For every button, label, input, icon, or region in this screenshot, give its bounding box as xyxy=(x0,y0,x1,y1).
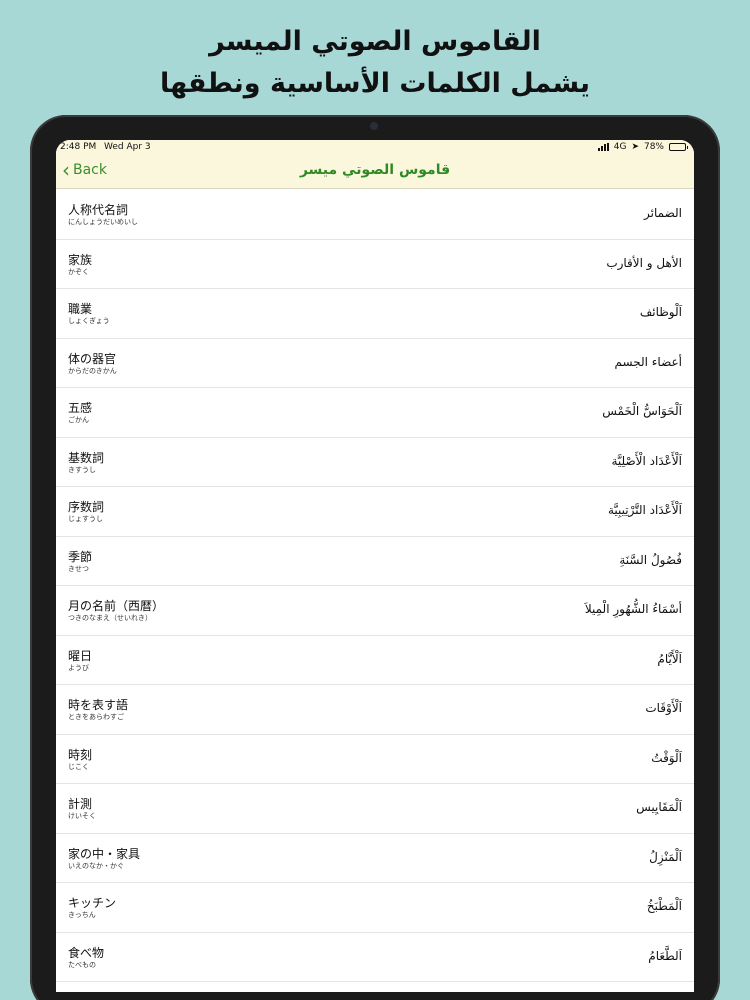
japanese-term: 職業 xyxy=(68,302,93,316)
list-item[interactable]: 月の名前（西暦） つきのなまえ（せいれき） أسْمَاءُ الشُّهُورِ … xyxy=(56,586,694,636)
list-item[interactable]: 五感 ごかん اَلْحَوَاسُّ الْخَمْس xyxy=(56,388,694,438)
navigation-bar: 2:48 PM Wed Apr 3 4G ➤ 78% ‹ Back قاموس … xyxy=(56,140,694,189)
location-arrow-icon: ➤ xyxy=(631,142,639,152)
japanese-term: 家族 xyxy=(68,252,93,267)
list-item[interactable]: 家族 かぞく الأهل و الأقارب xyxy=(56,240,694,289)
camera-dot xyxy=(370,122,378,130)
japanese-term: 五感 xyxy=(68,401,93,415)
list-item[interactable]: 時刻 じこく اَلْوَقْتُ xyxy=(56,735,694,784)
japanese-term: 計測 xyxy=(68,797,93,811)
japanese-term: 時を表す語 xyxy=(68,698,129,712)
kana-reading: じこく xyxy=(68,762,89,771)
status-indicators: 4G ➤ 78% xyxy=(597,142,688,152)
app-screen: 2:48 PM Wed Apr 3 4G ➤ 78% ‹ Back قاموس … xyxy=(56,140,694,992)
list-item[interactable]: 計測 けいそく اَلْمَقَايِيس xyxy=(56,784,694,834)
japanese-term: 季節 xyxy=(68,549,93,564)
kana-reading: ときをあらわすご xyxy=(68,713,124,721)
battery-percent: 78% xyxy=(643,142,664,152)
kana-reading: きせつ xyxy=(68,564,89,573)
japanese-term: 食べ物 xyxy=(68,945,105,960)
arabic-term: اَلْأَعْدَاد الْأَصْلِيَّة xyxy=(611,453,682,468)
kana-reading: からだのきかん xyxy=(68,366,117,375)
arabic-term: اَلْوَقْتُ xyxy=(651,750,682,765)
kana-reading: かぞく xyxy=(68,267,89,276)
arabic-term: اَلْأَعْدَاد التَّرْتِيبِيَّة xyxy=(608,503,682,517)
promo-title: القاموس الصوتي الميسر xyxy=(209,26,541,57)
kana-reading: じょすうし xyxy=(68,515,103,523)
kana-reading: つきのなまえ（せいれき） xyxy=(68,614,152,622)
japanese-term: 人称代名詞 xyxy=(68,203,129,217)
japanese-term: 月の名前（西暦） xyxy=(68,599,165,613)
arabic-term: أسْمَاءُ الشُّهُورِ الْمِيلاَ xyxy=(584,602,682,616)
signal-icon xyxy=(597,143,609,151)
japanese-term: 曜日 xyxy=(68,648,93,663)
list-item[interactable]: 食べ物 たべもの اَلطَّعَامُ xyxy=(56,933,694,982)
kana-reading: きっちん xyxy=(68,911,96,919)
list-item[interactable]: 季節 きせつ فُصُولُ السَّنَةِ xyxy=(56,537,694,586)
list-item[interactable]: キッチン きっちん اَلْمَطْبَخُ xyxy=(56,883,694,933)
list-item[interactable]: 基数詞 きすうし اَلْأَعْدَاد الْأَصْلِيَّة xyxy=(56,438,694,487)
list-item[interactable]: 職業 しょくぎょう اَلْوظائف xyxy=(56,289,694,339)
kana-reading: ようび xyxy=(68,663,89,672)
arabic-term: اَلْمَقَايِيس xyxy=(636,800,682,814)
arabic-term: اَلطَّعَامُ xyxy=(648,948,682,963)
kana-reading: いえのなか・かぐ xyxy=(68,861,124,870)
category-list: 人称代名詞 にんしょうだいめいし الضمائر 家族 かぞく الأهل و الأقا… xyxy=(56,190,694,982)
list-item[interactable]: 曜日 ようび اَلْأَيَّامُ xyxy=(56,636,694,685)
kana-reading: たべもの xyxy=(68,960,96,969)
kana-reading: きすうし xyxy=(68,465,96,474)
arabic-term: الأهل و الأقارب xyxy=(606,255,682,270)
page-title: قاموس الصوتي ميسر xyxy=(299,162,451,178)
list-item[interactable]: 時を表す語 ときをあらわすご اَلْأَوْقَات xyxy=(56,685,694,735)
arabic-term: الضمائر xyxy=(644,206,682,220)
japanese-term: 家の中・家具 xyxy=(68,846,141,861)
status-date: Wed Apr 3 xyxy=(104,142,151,152)
kana-reading: けいそく xyxy=(68,812,96,820)
arabic-term: اَلْمَنْزِلُ xyxy=(649,849,682,864)
arabic-term: اَلْحَوَاسُّ الْخَمْس xyxy=(602,404,682,418)
list-item[interactable]: 家の中・家具 いえのなか・かぐ اَلْمَنْزِلُ xyxy=(56,834,694,883)
kana-reading: にんしょうだいめいし xyxy=(68,218,138,226)
arabic-term: اَلْأَيَّامُ xyxy=(657,651,682,666)
kana-reading: しょくぎょう xyxy=(68,317,110,325)
arabic-term: اَلْأَوْقَات xyxy=(645,701,682,715)
network-label: 4G xyxy=(613,142,627,152)
promo-subtitle: يشمل الكلمات الأساسية ونطقها xyxy=(159,68,591,99)
japanese-term: キッチン xyxy=(68,896,117,910)
kana-reading: ごかん xyxy=(68,416,89,424)
status-time: 2:48 PM xyxy=(60,142,97,152)
list-item[interactable]: 序数詞 じょすうし اَلْأَعْدَاد التَّرْتِيبِيَّة xyxy=(56,487,694,537)
arabic-term: أعضاء الجسم xyxy=(614,354,682,369)
list-item[interactable]: 人称代名詞 にんしょうだいめいし الضمائر xyxy=(56,190,694,240)
arabic-term: فُصُولُ السَّنَةِ xyxy=(619,552,682,567)
japanese-term: 体の器官 xyxy=(68,351,117,366)
list-item[interactable]: 体の器官 からだのきかん أعضاء الجسم xyxy=(56,339,694,388)
battery-icon xyxy=(669,143,688,151)
arabic-term: اَلْمَطْبَخُ xyxy=(646,899,682,913)
japanese-term: 序数詞 xyxy=(68,500,105,514)
japanese-term: 基数詞 xyxy=(68,450,105,465)
japanese-term: 時刻 xyxy=(68,747,93,762)
arabic-term: اَلْوظائف xyxy=(639,305,682,319)
status-bar: 2:48 PM Wed Apr 3 4G ➤ 78% xyxy=(56,142,694,156)
